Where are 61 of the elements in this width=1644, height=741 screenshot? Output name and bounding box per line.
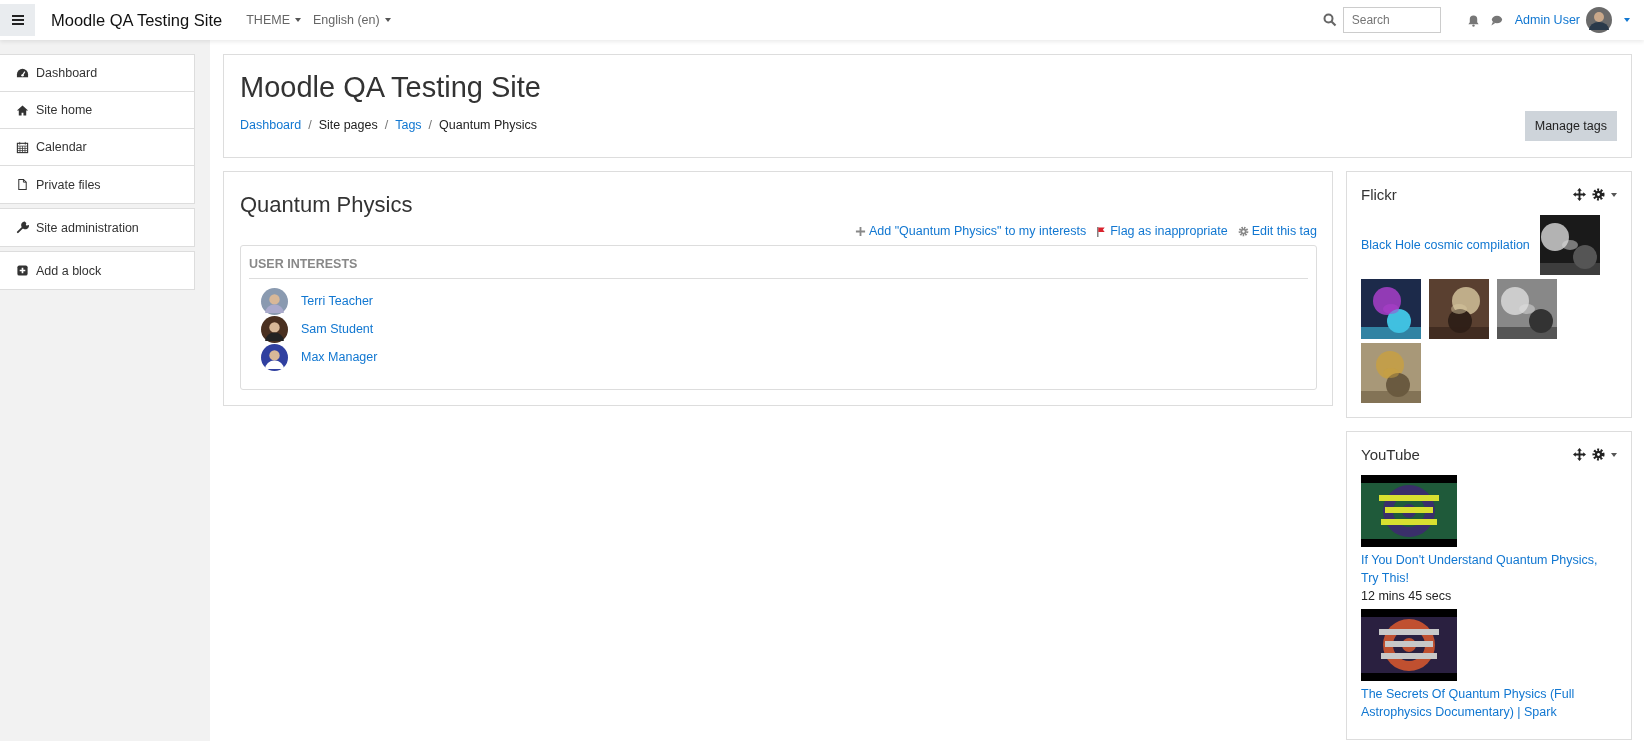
dropdown-menu[interactable]: THEME: [240, 13, 307, 27]
block-title: Flickr: [1361, 186, 1398, 203]
tag-action-link[interactable]: Edit this tag: [1237, 224, 1317, 238]
nav-item[interactable]: Site administration: [0, 209, 194, 246]
avatar-icon: [261, 315, 288, 343]
gear-icon[interactable]: [1592, 448, 1605, 461]
user-link[interactable]: Max Manager: [301, 350, 378, 364]
site-name[interactable]: Moodle QA Testing Site: [51, 10, 223, 30]
photo-set-link[interactable]: Black Hole cosmic compilation: [1361, 238, 1530, 252]
gear-icon[interactable]: [1592, 188, 1605, 201]
tag-title: Quantum Physics: [240, 192, 414, 218]
video-link[interactable]: If You Don't Understand Quantum Physics, Try This!: [1361, 551, 1617, 587]
breadcrumb-item: Site pages: [318, 118, 378, 132]
user-link[interactable]: Sam Student: [301, 322, 374, 336]
nav-item[interactable]: Calendar: [0, 129, 194, 166]
caret-icon[interactable]: [1611, 452, 1617, 457]
wrench-icon: [16, 221, 29, 234]
calendar-icon: [16, 140, 29, 154]
menu-button[interactable]: [0, 4, 35, 36]
section-heading: USER INTERESTS: [249, 246, 1308, 279]
video-duration: 12 mins 45 secs: [1361, 588, 1453, 605]
plus-square-icon: [16, 264, 29, 277]
tag-action-link[interactable]: Add "Quantum Physics" to my interests: [854, 224, 1087, 238]
breadcrumb-separator: /: [428, 118, 433, 132]
caret-icon: [384, 18, 391, 22]
home-icon: [16, 103, 29, 117]
page-title: Moodle QA Testing Site: [240, 71, 541, 104]
search-icon: [1322, 13, 1337, 27]
dropdown-menu[interactable]: English (en): [306, 13, 397, 27]
bell-icon[interactable]: [1466, 13, 1480, 27]
caret-icon: [294, 18, 301, 22]
flag-icon: [1096, 225, 1108, 237]
breadcrumb-link[interactable]: Tags: [395, 118, 422, 132]
avatar-icon: [261, 343, 288, 371]
tag-action-link[interactable]: Flag as inappropriate: [1096, 224, 1228, 238]
menu-icon: [11, 15, 24, 25]
nav-item[interactable]: Site home: [0, 92, 194, 129]
file-icon: [16, 178, 29, 191]
nav-item[interactable]: Dashboard: [0, 55, 194, 92]
avatar-icon: [261, 287, 288, 315]
block-title: YouTube: [1361, 446, 1421, 463]
breadcrumb-item: Quantum Physics: [439, 118, 538, 132]
nav-item[interactable]: Private files: [0, 166, 194, 203]
manage-tags-button[interactable]: Manage tags: [1524, 111, 1617, 141]
gear-icon: [1237, 225, 1249, 237]
search-field[interactable]: Search: [1342, 7, 1441, 33]
nav-item[interactable]: Add a block: [0, 252, 194, 289]
caret-icon[interactable]: [1624, 18, 1630, 22]
plus-icon: [854, 225, 866, 237]
breadcrumb-separator: /: [308, 118, 312, 132]
avatar-icon[interactable]: [1586, 7, 1612, 33]
caret-icon[interactable]: [1611, 192, 1617, 197]
breadcrumb-link[interactable]: Dashboard: [240, 118, 302, 132]
move-icon[interactable]: [1573, 448, 1586, 461]
user-name[interactable]: Admin User: [1514, 13, 1580, 27]
chat-icon[interactable]: [1489, 13, 1503, 27]
dashboard-icon: [16, 66, 29, 80]
video-link[interactable]: The Secrets Of Quantum Physics (Full Astrophysics Documentary) | Spark: [1361, 685, 1617, 721]
user-link[interactable]: Terri Teacher: [301, 294, 374, 308]
move-icon[interactable]: [1573, 188, 1586, 201]
breadcrumb-separator: /: [384, 118, 389, 132]
